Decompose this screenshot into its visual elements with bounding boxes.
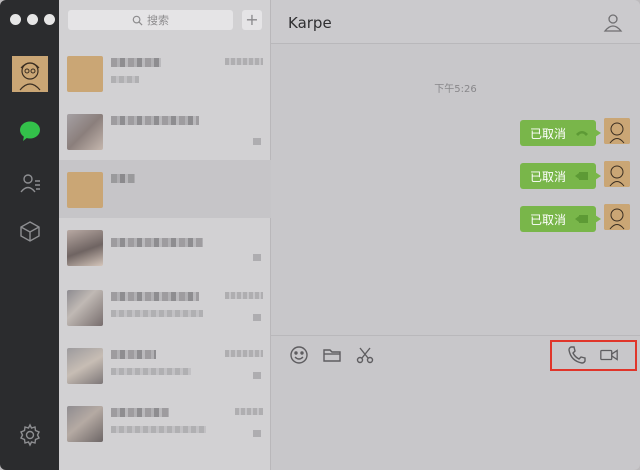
avatar-sketch-icon bbox=[12, 56, 48, 92]
bubble-text: 已取消 bbox=[530, 126, 567, 141]
avatar-sketch-icon bbox=[604, 118, 630, 144]
list-item[interactable] bbox=[59, 44, 271, 102]
call-cancelled-bubble[interactable]: 已取消 bbox=[520, 163, 601, 189]
blurred-preview bbox=[111, 310, 203, 317]
mute-icon bbox=[253, 138, 261, 145]
emoji-icon[interactable] bbox=[289, 345, 309, 365]
conversation-avatar bbox=[67, 290, 103, 326]
blurred-time bbox=[225, 58, 263, 65]
list-item[interactable] bbox=[59, 278, 271, 336]
call-cancelled-bubble[interactable]: 已取消 bbox=[520, 206, 601, 232]
conversation-avatar bbox=[67, 348, 103, 384]
conversation-list: 搜索 + bbox=[59, 0, 271, 470]
blurred-time bbox=[225, 292, 263, 299]
conversation-avatar bbox=[67, 230, 103, 266]
list-item[interactable] bbox=[59, 102, 271, 160]
blurred-preview bbox=[111, 368, 191, 375]
blurred-time bbox=[225, 350, 263, 357]
chat-header: Karpe bbox=[271, 0, 640, 44]
message-input[interactable] bbox=[271, 376, 640, 470]
avatar-sketch-icon bbox=[604, 204, 630, 230]
scissors-icon[interactable] bbox=[355, 345, 375, 365]
chat-bubble-icon[interactable] bbox=[17, 118, 43, 144]
avatar[interactable] bbox=[604, 118, 630, 144]
blurred-name bbox=[111, 238, 203, 247]
mute-icon bbox=[253, 314, 261, 321]
video-camera-icon bbox=[575, 172, 588, 180]
call-highlight-box bbox=[550, 340, 637, 371]
avatar[interactable] bbox=[604, 204, 630, 230]
search-input[interactable]: 搜索 bbox=[68, 10, 233, 30]
conversation-avatar bbox=[67, 406, 103, 442]
minimize-window-button[interactable] bbox=[27, 14, 38, 25]
search-icon bbox=[132, 15, 143, 26]
message-row: 已取消 bbox=[430, 161, 630, 191]
blurred-name bbox=[111, 292, 199, 301]
message-row: 已取消 bbox=[430, 118, 630, 148]
zoom-window-button[interactable] bbox=[44, 14, 55, 25]
chat-panel: Karpe 下午5:26 已取消 已取消 已取消 bbox=[271, 0, 640, 470]
list-item[interactable] bbox=[59, 394, 271, 452]
message-row: 已取消 bbox=[430, 204, 630, 234]
blurred-name bbox=[111, 408, 169, 417]
list-item[interactable] bbox=[59, 336, 271, 394]
bubble-text: 已取消 bbox=[530, 169, 567, 184]
window-controls bbox=[10, 14, 55, 25]
wechat-window: 搜索 + Karpe 下午5:26 已取消 已取消 已取消 bbox=[0, 0, 640, 470]
blurred-name bbox=[111, 58, 161, 67]
avatar-sketch-icon bbox=[604, 161, 630, 187]
blurred-preview bbox=[111, 426, 206, 433]
page-title: Karpe bbox=[288, 14, 332, 32]
favorites-cube-icon[interactable] bbox=[17, 218, 43, 244]
mute-icon bbox=[253, 430, 261, 437]
input-toolbar bbox=[271, 335, 640, 375]
profile-icon[interactable] bbox=[603, 12, 623, 32]
contacts-icon[interactable] bbox=[17, 170, 43, 196]
conversation-avatar bbox=[67, 56, 103, 92]
video-camera-icon[interactable] bbox=[599, 345, 621, 365]
blurred-time bbox=[235, 408, 263, 415]
search-row: 搜索 + bbox=[68, 10, 264, 34]
call-cancelled-bubble[interactable]: 已取消 bbox=[520, 120, 601, 146]
avatar[interactable] bbox=[12, 56, 48, 92]
blurred-name bbox=[111, 350, 156, 359]
close-window-button[interactable] bbox=[10, 14, 21, 25]
mute-icon bbox=[253, 254, 261, 261]
message-timestamp: 下午5:26 bbox=[434, 84, 477, 95]
conversation-avatar bbox=[67, 172, 103, 208]
sidebar bbox=[0, 0, 59, 470]
bubble-text: 已取消 bbox=[530, 212, 567, 227]
search-placeholder: 搜索 bbox=[147, 14, 169, 27]
add-chat-button[interactable]: + bbox=[242, 10, 262, 30]
phone-icon[interactable] bbox=[567, 345, 587, 365]
avatar[interactable] bbox=[604, 161, 630, 187]
list-item[interactable] bbox=[59, 218, 271, 276]
blurred-name bbox=[111, 116, 199, 125]
folder-icon[interactable] bbox=[322, 345, 342, 365]
list-item[interactable] bbox=[59, 160, 271, 218]
video-camera-icon bbox=[575, 215, 588, 223]
mute-icon bbox=[253, 372, 261, 379]
blurred-preview bbox=[111, 76, 139, 83]
conversation-avatar bbox=[67, 114, 103, 150]
phone-hangup-icon bbox=[576, 131, 588, 136]
gear-icon[interactable] bbox=[17, 422, 43, 448]
blurred-name bbox=[111, 174, 135, 183]
